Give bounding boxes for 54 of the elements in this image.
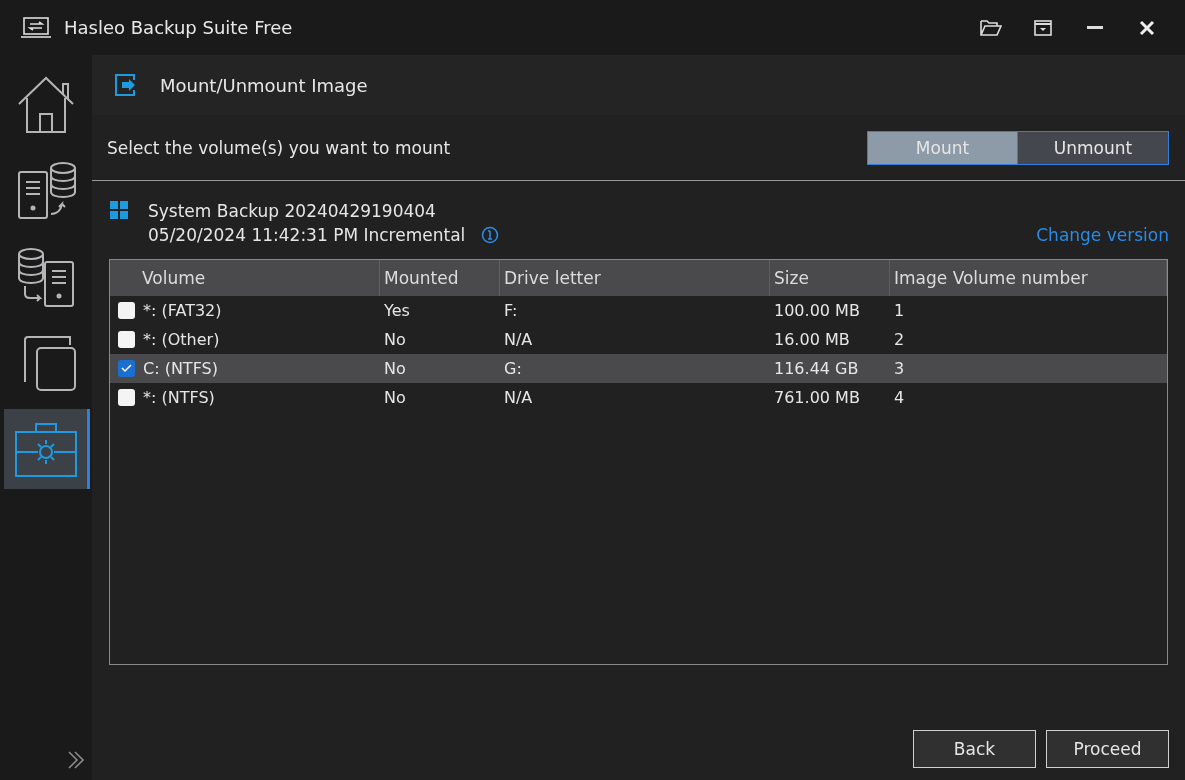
column-header: Drive letter [500,260,770,296]
table-cell: 116.44 GB [774,359,859,378]
table-row[interactable]: C: (NTFS) No G: 116.44 GB 3 [110,354,1167,383]
table-cell: *: (FAT32) [143,301,222,320]
column-header: Volume [110,260,380,296]
instruction-text: Select the volume(s) you want to mount [107,137,451,158]
backup-details: 05/20/2024 11:42:31 PM Incremental [148,225,466,245]
double-chevron-icon [66,750,86,770]
table-cell: *: (Other) [143,330,220,349]
table-cell: N/A [504,388,533,407]
change-version-link[interactable]: Change version [1036,225,1169,245]
table-cell: 2 [894,330,905,349]
table-cell: G: [504,359,522,378]
toolbox-gear-icon [13,420,78,478]
footer-button[interactable]: Back [913,730,1036,768]
table-cell: N/A [504,330,533,349]
minimize-icon [1087,25,1103,30]
table-row[interactable]: *: (FAT32) Yes F: 100.00 MB 1 [110,296,1167,325]
mount-image-icon [114,73,138,97]
table-cell: No [384,388,406,407]
checkbox[interactable] [118,302,135,319]
table-cell: 16.00 MB [774,330,850,349]
table-cell: No [384,359,406,378]
table-cell: No [384,330,406,349]
table-cell: 1 [894,301,905,320]
page-title: Mount/Unmount Image [160,74,368,96]
windows-logo-icon [110,201,128,219]
table-cell: 100.00 MB [774,301,860,320]
table-cell: F: [504,301,518,320]
table-row[interactable]: *: (NTFS) No N/A 761.00 MB 4 [110,383,1167,412]
folder-icon [980,18,1002,37]
dropdown-box-icon [1034,19,1052,36]
footer-button[interactable]: Proceed [1046,730,1169,768]
column-header: Image Volume number [890,260,1167,296]
column-header: Size [770,260,890,296]
table-cell: 4 [894,388,905,407]
backup-name: System Backup 20240429190404 [148,201,437,221]
info-icon[interactable] [481,226,500,244]
table-cell: 761.00 MB [774,388,860,407]
table-cell: 3 [894,359,905,378]
checkmark-icon [121,364,132,373]
column-header: Mounted [380,260,500,296]
window-title: Hasleo Backup Suite Free [64,17,294,38]
checkbox[interactable] [118,360,135,377]
checkbox[interactable] [118,331,135,348]
table-cell: *: (NTFS) [143,388,215,407]
table-cell: Yes [384,301,410,320]
table-row[interactable]: *: (Other) No N/A 16.00 MB 2 [110,325,1167,354]
mode-toggle-button[interactable]: Unmount [1018,131,1168,164]
table-cell: C: (NTFS) [143,359,218,378]
checkbox[interactable] [118,389,135,406]
expand-button[interactable] [66,750,86,770]
laptop-arrows-icon [20,16,52,39]
close-icon [1139,19,1155,36]
